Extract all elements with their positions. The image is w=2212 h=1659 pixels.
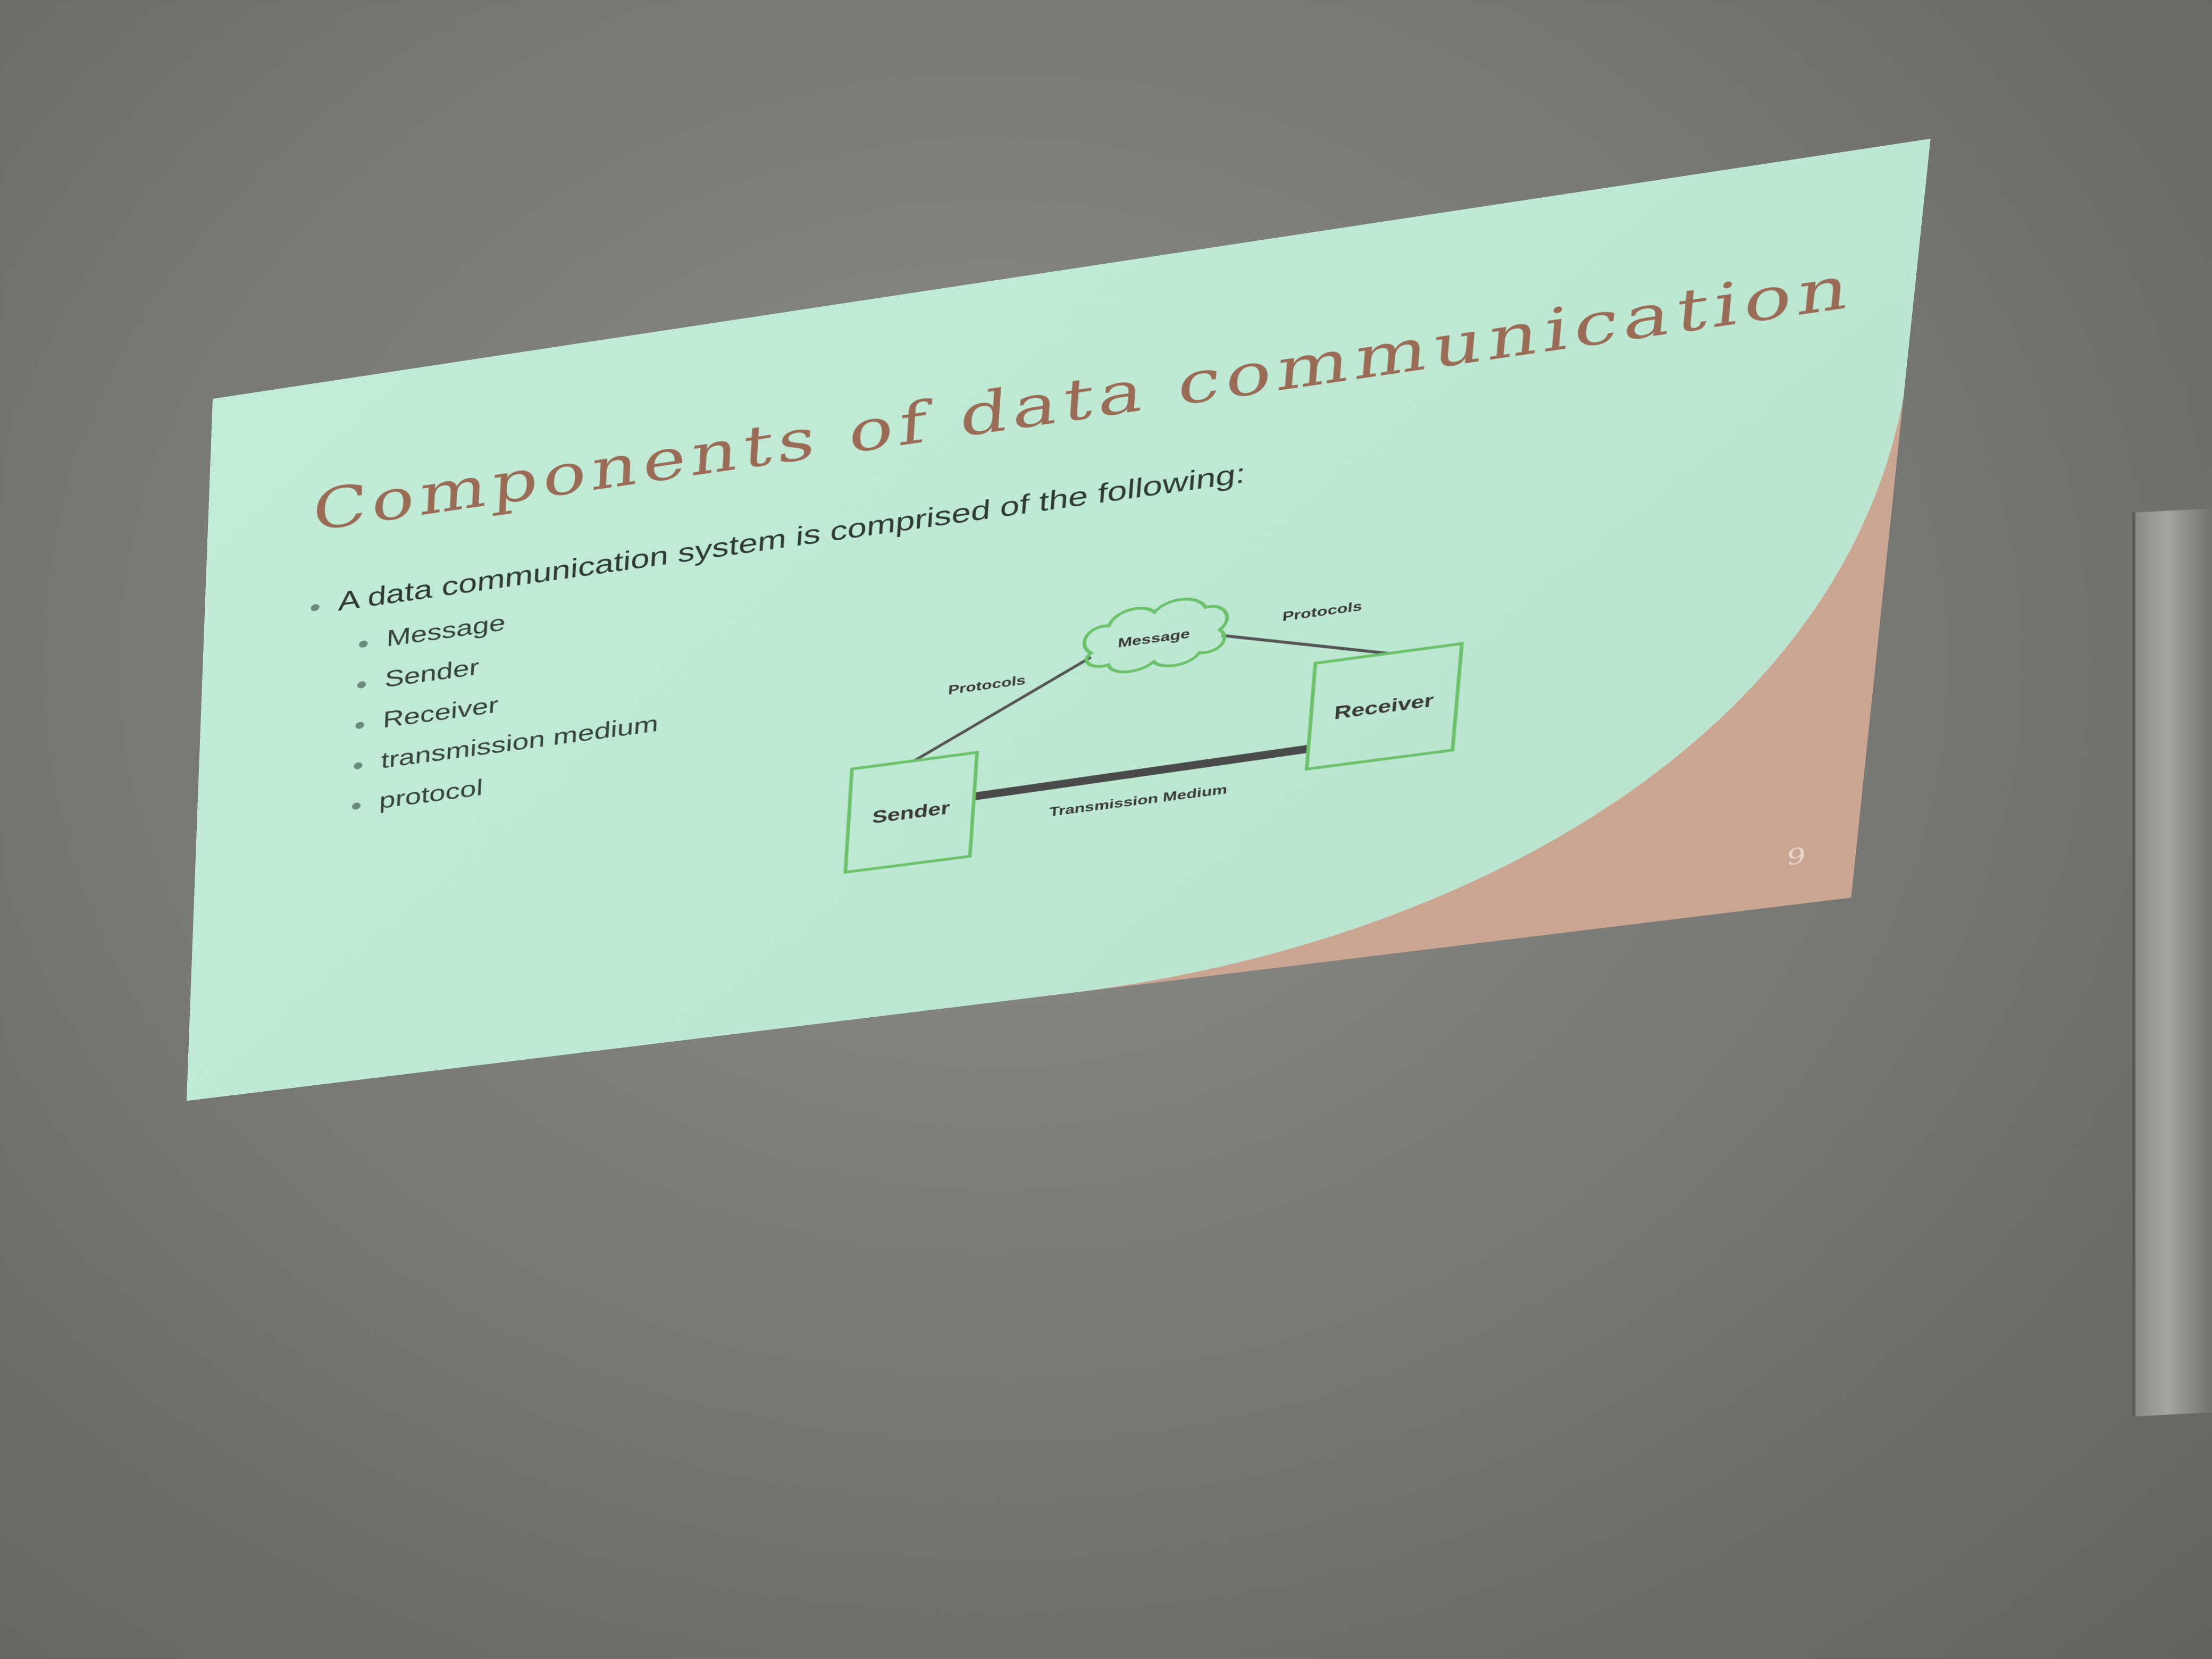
projected-slide: Components of data communication ● A data…: [186, 138, 1931, 1101]
photo-scene: Components of data communication ● A data…: [0, 0, 2212, 1659]
communication-diagram: Sender Receiver Message Protocols Protoc…: [187, 139, 1931, 1101]
whiteboard-edge: [2132, 508, 2212, 1417]
receiver-label: Receiver: [1334, 691, 1435, 724]
protocols-label-right: Protocols: [1282, 598, 1363, 624]
medium-label: Transmission Medium: [1049, 782, 1228, 819]
page-number: 9: [1785, 842, 1807, 871]
message-label: Message: [1117, 626, 1191, 650]
protocols-link-right: [1219, 613, 1392, 676]
protocols-link-left: [915, 657, 1091, 761]
protocols-label-left: Protocols: [948, 673, 1026, 698]
transmission-medium-line: [974, 749, 1309, 797]
sender-label: Sender: [872, 798, 951, 828]
